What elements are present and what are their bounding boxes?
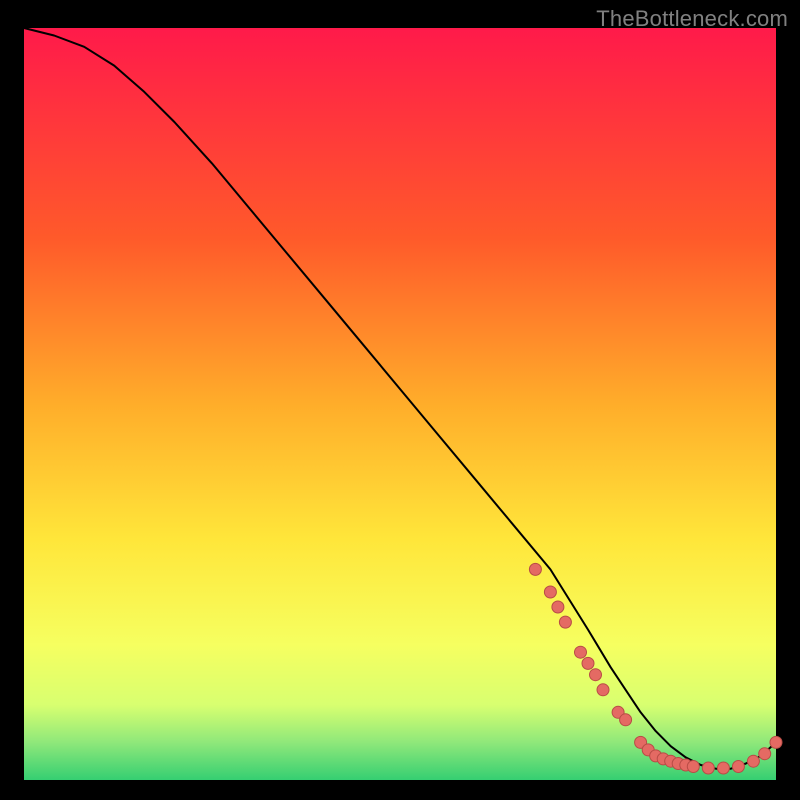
- data-point: [620, 714, 632, 726]
- data-point: [732, 761, 744, 773]
- data-point: [687, 761, 699, 773]
- data-point: [582, 657, 594, 669]
- data-point: [544, 586, 556, 598]
- chart-stage: TheBottleneck.com: [0, 0, 800, 800]
- data-point: [747, 755, 759, 767]
- data-point: [575, 646, 587, 658]
- data-point: [552, 601, 564, 613]
- data-point: [702, 762, 714, 774]
- data-point: [770, 736, 782, 748]
- data-point: [529, 563, 541, 575]
- data-point: [590, 669, 602, 681]
- data-point: [759, 748, 771, 760]
- gradient-panel: [24, 28, 776, 780]
- data-point: [559, 616, 571, 628]
- chart-svg: [0, 0, 800, 800]
- data-point: [717, 762, 729, 774]
- data-point: [597, 684, 609, 696]
- watermark-text: TheBottleneck.com: [596, 6, 788, 32]
